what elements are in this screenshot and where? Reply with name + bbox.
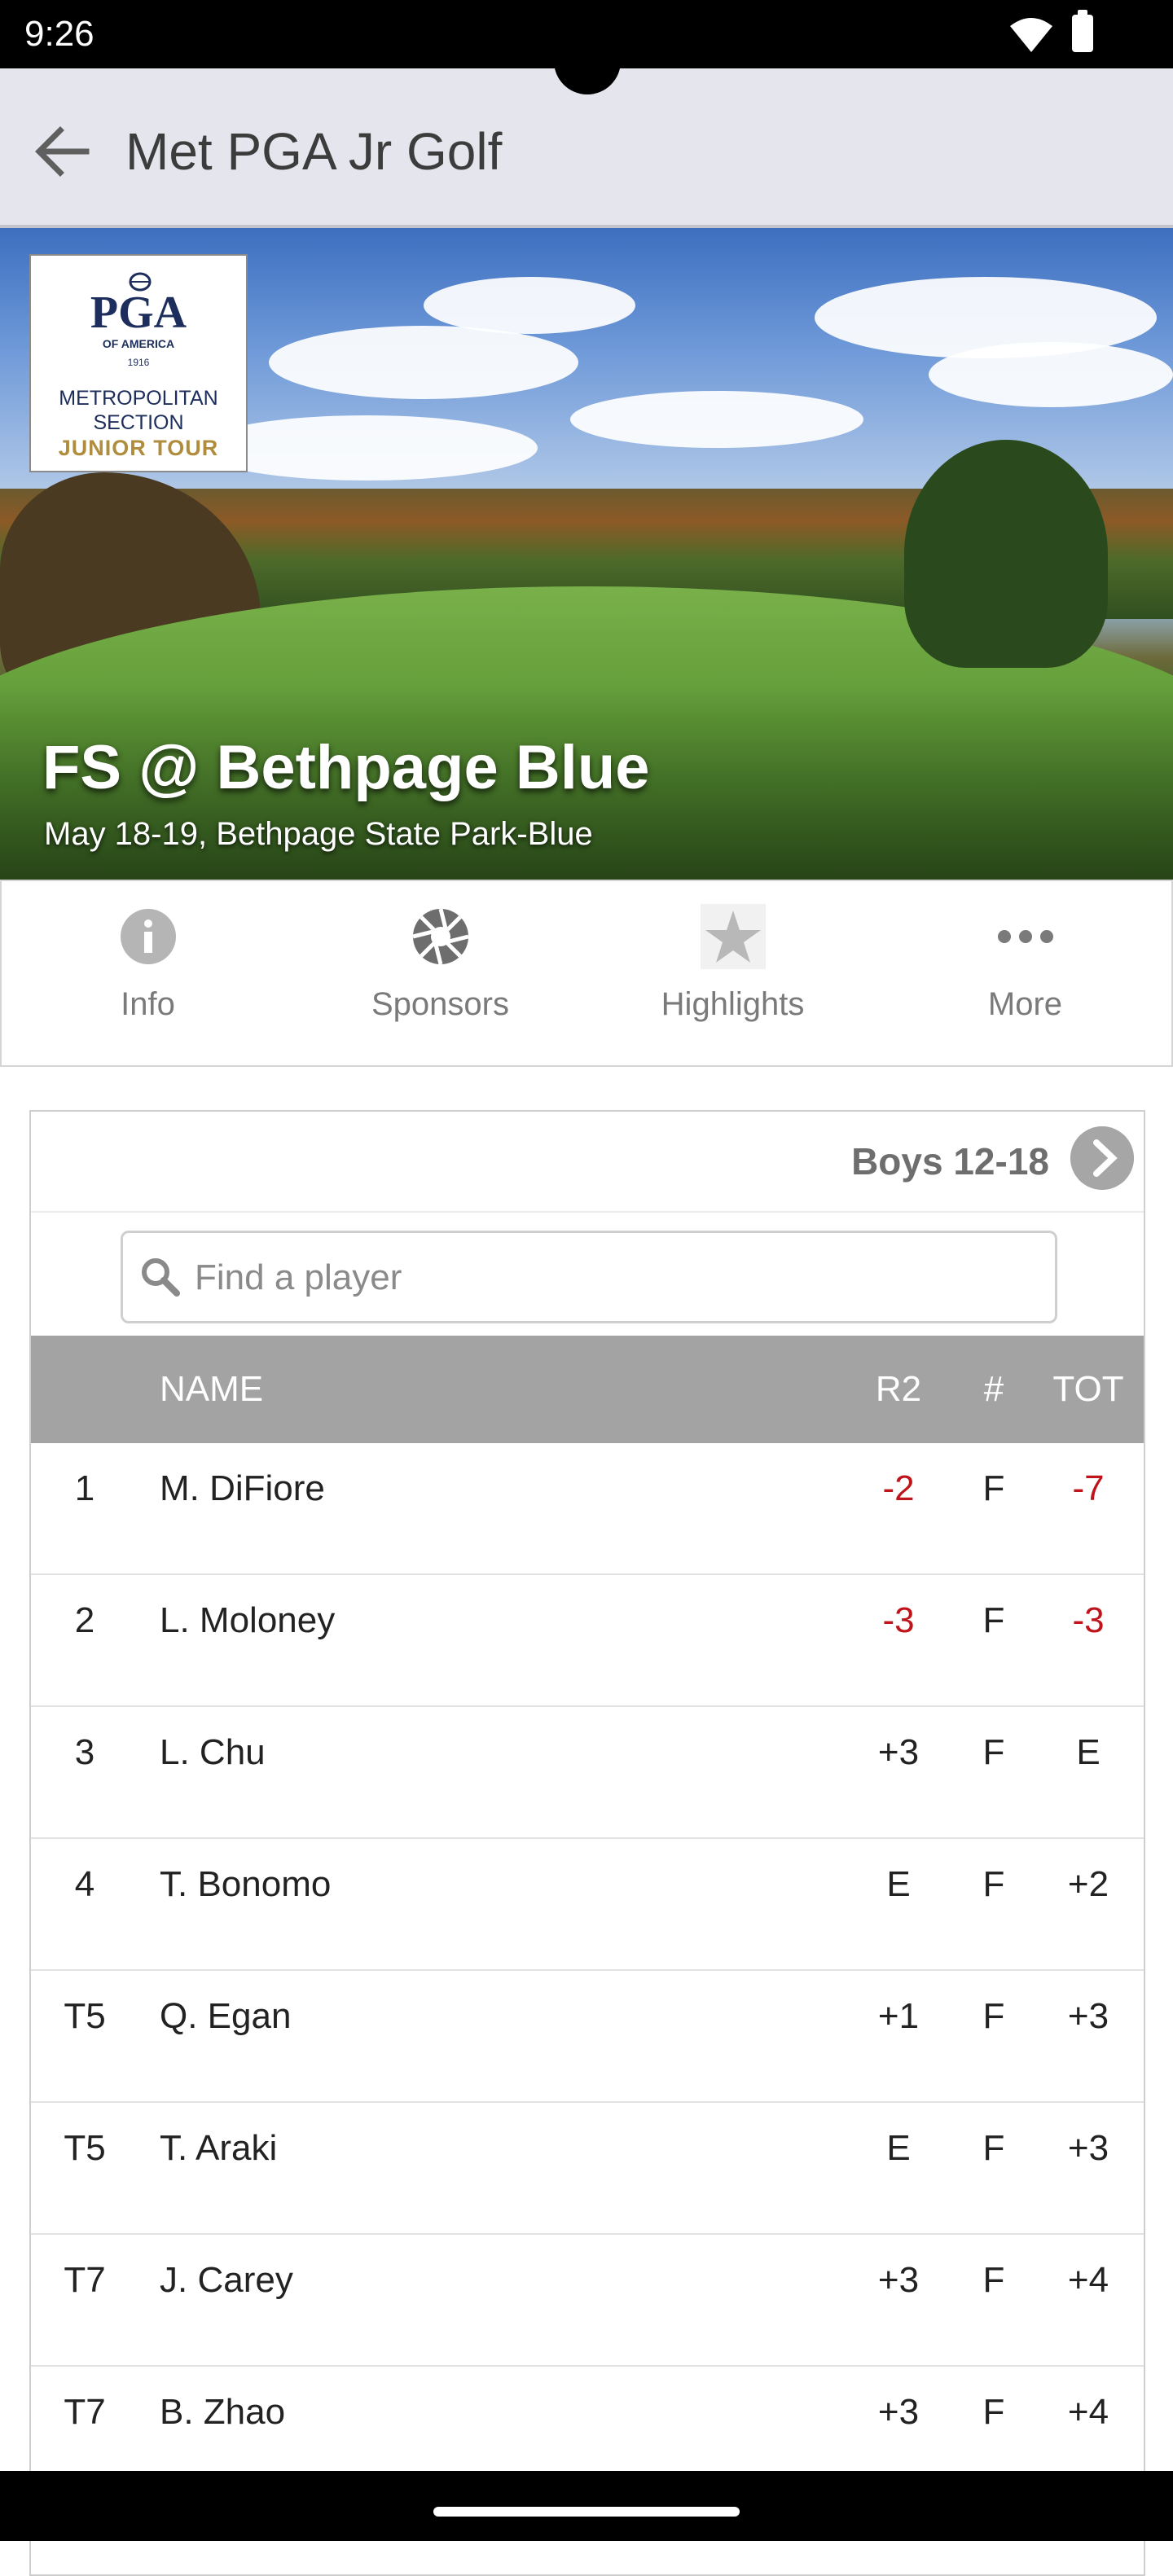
tab-more[interactable]: More bbox=[879, 881, 1171, 1065]
division-selector[interactable]: Boys 12-18 bbox=[31, 1112, 1144, 1213]
row-position: 2 bbox=[74, 1600, 95, 1640]
row-round2-score: +3 bbox=[877, 2260, 920, 2300]
row-position: 3 bbox=[74, 1732, 95, 1772]
row-position: T5 bbox=[64, 1996, 106, 2036]
row-round2-score: +1 bbox=[877, 1996, 920, 2036]
col-hole-header: # bbox=[983, 1369, 1004, 1409]
leaderboard-card: Boys 12-18 NAME R2 # TOT 1 M. DiFiore -2… bbox=[29, 1110, 1145, 2576]
row-position: T7 bbox=[64, 2392, 106, 2432]
aperture-icon bbox=[411, 908, 469, 965]
search-box[interactable] bbox=[121, 1231, 1057, 1323]
row-player-name: M. DiFiore bbox=[160, 1468, 325, 1508]
row-round2-score: -3 bbox=[882, 1600, 915, 1640]
leaderboard-header: NAME R2 # TOT bbox=[31, 1336, 1144, 1443]
row-player-name: T. Bonomo bbox=[160, 1864, 332, 1904]
find-player-input[interactable] bbox=[193, 1244, 1035, 1311]
row-total-score: -3 bbox=[1072, 1600, 1105, 1640]
event-tab-bar: Info Sponsors Highlights More bbox=[0, 880, 1173, 1067]
row-player-name: J. Carey bbox=[160, 2260, 293, 2300]
col-r2-header: R2 bbox=[875, 1369, 922, 1409]
back-arrow-icon[interactable] bbox=[28, 117, 96, 186]
col-name-header: NAME bbox=[160, 1369, 264, 1409]
row-round2-score: -2 bbox=[882, 1468, 915, 1508]
info-icon bbox=[120, 909, 176, 964]
event-hero-image: PGA OF AMERICA 1916 METROPOLITAN SECTION… bbox=[0, 228, 1173, 880]
row-player-name: B. Zhao bbox=[160, 2392, 286, 2432]
tab-sponsors-label: Sponsors bbox=[371, 986, 509, 1022]
row-hole: F bbox=[982, 1468, 1005, 1508]
star-icon bbox=[700, 904, 766, 969]
system-nav-bar bbox=[0, 2471, 1173, 2541]
row-player-name: L. Chu bbox=[160, 1732, 266, 1772]
row-position: T7 bbox=[64, 2260, 106, 2300]
table-row[interactable]: 3 L. Chu +3 F E bbox=[31, 1707, 1144, 1839]
home-gesture-handle[interactable] bbox=[433, 2507, 740, 2517]
division-label: Boys 12-18 bbox=[851, 1140, 1049, 1183]
row-total-score: -7 bbox=[1072, 1468, 1105, 1508]
row-player-name: T. Araki bbox=[160, 2128, 278, 2168]
leaderboard-rows: 1 M. DiFiore -2 F -7 2 L. Moloney -3 F -… bbox=[31, 1443, 1144, 2499]
row-position: T5 bbox=[64, 2128, 106, 2168]
pga-junior-tour-logo: PGA OF AMERICA 1916 METROPOLITAN SECTION… bbox=[29, 254, 248, 472]
table-row[interactable]: T5 T. Araki E F +3 bbox=[31, 2103, 1144, 2235]
row-round2-score: E bbox=[886, 1864, 911, 1904]
wifi-icon bbox=[1010, 18, 1052, 52]
row-position: 4 bbox=[74, 1864, 95, 1904]
row-total-score: +2 bbox=[1067, 1864, 1109, 1904]
tab-more-label: More bbox=[987, 986, 1063, 1022]
search-icon bbox=[142, 1258, 180, 1297]
battery-icon bbox=[1072, 10, 1093, 52]
row-position: 1 bbox=[74, 1468, 95, 1508]
col-tot-header: TOT bbox=[1052, 1369, 1124, 1409]
row-player-name: Q. Egan bbox=[160, 1996, 292, 2036]
row-round2-score: +3 bbox=[877, 1732, 920, 1772]
tab-info-label: Info bbox=[121, 986, 175, 1022]
row-total-score: +4 bbox=[1067, 2392, 1109, 2432]
tab-sponsors[interactable]: Sponsors bbox=[294, 881, 586, 1065]
table-row[interactable]: T7 J. Carey +3 F +4 bbox=[31, 2235, 1144, 2367]
row-hole: F bbox=[982, 2392, 1005, 2432]
app-title: Met PGA Jr Golf bbox=[125, 122, 503, 181]
row-round2-score: +3 bbox=[877, 2392, 920, 2432]
row-hole: F bbox=[982, 2128, 1005, 2168]
row-hole: F bbox=[982, 1996, 1005, 2036]
row-total-score: +3 bbox=[1067, 2128, 1109, 2168]
table-row[interactable]: 1 M. DiFiore -2 F -7 bbox=[31, 1443, 1144, 1575]
chevron-right-icon[interactable] bbox=[1070, 1126, 1134, 1190]
more-dots-icon bbox=[997, 930, 1053, 943]
table-row[interactable]: T5 Q. Egan +1 F +3 bbox=[31, 1971, 1144, 2103]
row-total-score: +4 bbox=[1067, 2260, 1109, 2300]
row-hole: F bbox=[982, 1732, 1005, 1772]
row-hole: F bbox=[982, 1864, 1005, 1904]
table-row[interactable]: 4 T. Bonomo E F +2 bbox=[31, 1839, 1144, 1971]
table-row[interactable]: 2 L. Moloney -3 F -3 bbox=[31, 1575, 1144, 1707]
row-hole: F bbox=[982, 2260, 1005, 2300]
row-round2-score: E bbox=[886, 2128, 911, 2168]
status-time: 9:26 bbox=[24, 14, 94, 54]
row-hole: F bbox=[982, 1600, 1005, 1640]
tab-highlights[interactable]: Highlights bbox=[586, 881, 879, 1065]
tab-info[interactable]: Info bbox=[2, 881, 294, 1065]
event-title: FS @ Bethpage Blue bbox=[42, 733, 650, 802]
event-subtitle: May 18-19, Bethpage State Park-Blue bbox=[44, 816, 593, 852]
row-player-name: L. Moloney bbox=[160, 1600, 336, 1640]
row-total-score: +3 bbox=[1067, 1996, 1109, 2036]
tab-highlights-label: Highlights bbox=[661, 986, 805, 1022]
row-total-score: E bbox=[1076, 1732, 1101, 1772]
